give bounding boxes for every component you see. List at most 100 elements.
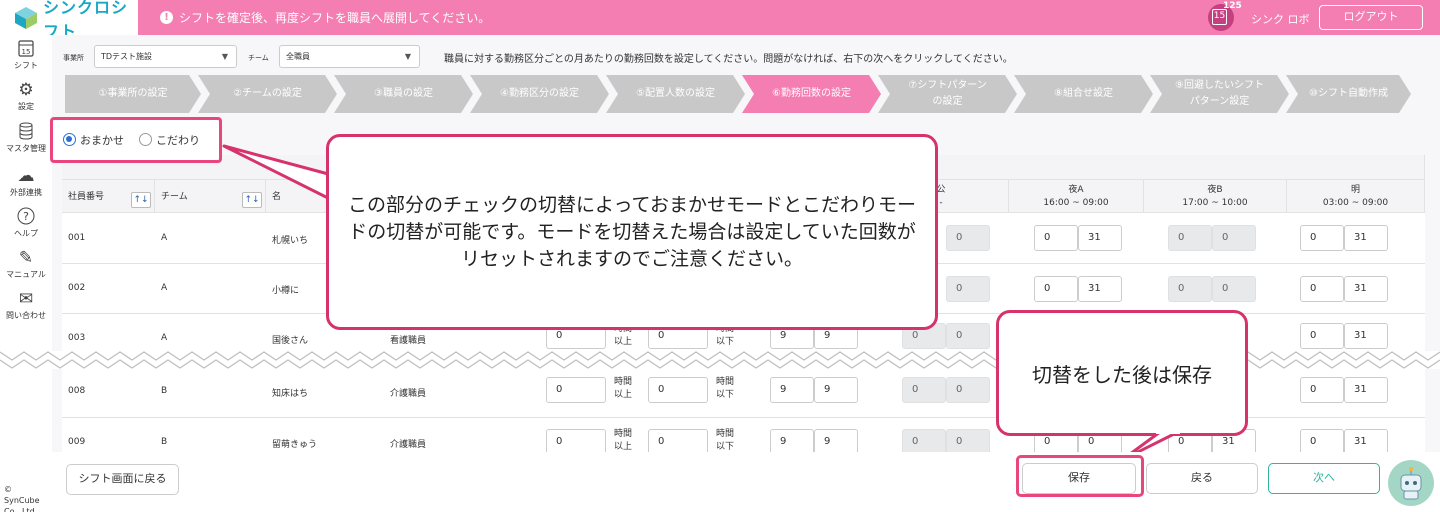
step-10[interactable]: ⑩シフト自動作成: [1286, 75, 1411, 113]
hours-max-input[interactable]: 0: [648, 377, 708, 403]
count-a-input[interactable]: 9: [770, 429, 814, 453]
hours-min-unit: 時間以上: [614, 376, 636, 402]
unit-below: 以下: [716, 337, 735, 347]
notice-text: シフトを確定後、再度シフトを職員へ展開してください。: [179, 11, 491, 25]
chevron-down-icon: ▼: [404, 52, 411, 61]
kou-max-input[interactable]: 0: [946, 323, 990, 349]
ake-min-input[interactable]: 0: [1300, 323, 1344, 349]
ake-max-input[interactable]: 31: [1344, 276, 1388, 302]
kou-max-input[interactable]: 0: [946, 225, 990, 251]
mode-kodawari-radio[interactable]: こだわり: [139, 132, 200, 148]
sidebar-item-label: 問い合わせ: [6, 311, 46, 320]
chatbot-robot-icon[interactable]: [1388, 460, 1434, 506]
step-6-active[interactable]: ⑥勤務回数の設定: [742, 75, 881, 113]
sidebar-item-master[interactable]: マスタ管理: [0, 122, 52, 154]
yoru-b-max-input[interactable]: 0: [1212, 225, 1256, 251]
radio-unchecked-icon: [139, 133, 152, 146]
hours-max-unit: 時間以下: [716, 428, 738, 453]
sidebar-item-manual[interactable]: ✎ マニュアル: [0, 248, 52, 280]
header-label: 明: [1350, 185, 1360, 195]
yoru-b-min-input[interactable]: 0: [1168, 276, 1212, 302]
header-label: 夜B: [1207, 185, 1223, 195]
sidebar-item-label: ヘルプ: [14, 229, 38, 238]
step-9[interactable]: ⑨回避したいシフトパターン設定: [1150, 75, 1289, 113]
kou-min-input[interactable]: 0: [902, 429, 946, 453]
logout-button[interactable]: ログアウト: [1319, 5, 1423, 30]
ake-max-input[interactable]: 31: [1344, 377, 1388, 403]
hours-min-input[interactable]: 0: [546, 377, 606, 403]
step-5[interactable]: ⑤配置人数の設定: [606, 75, 745, 113]
hours-max-input[interactable]: 0: [648, 429, 708, 453]
instruction-text: 職員に対する勤務区分ごとの月あたりの勤務回数を設定してください。問題がなければ、…: [444, 54, 1013, 65]
unit-hours: 時間: [716, 429, 735, 439]
step-label: ①事業所の設定: [98, 88, 168, 99]
ake-max-input[interactable]: 31: [1344, 225, 1388, 251]
step-2[interactable]: ②チームの設定: [198, 75, 337, 113]
office-select[interactable]: TDテスト施設 ▼: [94, 45, 237, 68]
svg-text:?: ?: [23, 210, 29, 223]
unit-below: 以下: [716, 390, 735, 400]
step-1[interactable]: ①事業所の設定: [65, 75, 201, 113]
step-8[interactable]: ⑧組合せ設定: [1014, 75, 1153, 113]
hours-min-input[interactable]: 0: [546, 429, 606, 453]
yoru-b-min-input[interactable]: 0: [1168, 225, 1212, 251]
step-3[interactable]: ③職員の設定: [334, 75, 473, 113]
header-time: 03:00 ~ 09:00: [1322, 198, 1389, 208]
employee-name: 留萌きゅう: [272, 440, 318, 450]
ake-max-input[interactable]: 31: [1344, 323, 1388, 349]
kou-max-input[interactable]: 0: [946, 429, 990, 453]
svg-text:15: 15: [22, 48, 31, 56]
mode-omakase-radio[interactable]: おまかせ: [63, 132, 124, 148]
emp-no: 003: [68, 333, 86, 343]
notification-calendar-button[interactable]: 15 125: [1208, 1, 1242, 31]
yoru-a-min-input[interactable]: 0: [1034, 276, 1078, 302]
header-time: 16:00 ~ 09:00: [1043, 198, 1109, 208]
step-7[interactable]: ⑦シフトパターンの設定: [878, 75, 1017, 113]
header-yoru-b: 夜B 17:00 ~ 10:00: [1144, 180, 1287, 213]
team: A: [161, 233, 168, 243]
database-icon: [0, 122, 52, 142]
kou-min-input[interactable]: 0: [902, 377, 946, 403]
sidebar-item-external[interactable]: ☁ 外部連携: [0, 166, 52, 198]
unit-below: 以下: [716, 442, 735, 452]
yoru-a-min-input[interactable]: 0: [1034, 225, 1078, 251]
ake-max-input[interactable]: 31: [1344, 429, 1388, 453]
employee-name: 小樽に: [272, 286, 300, 296]
count-b-input[interactable]: 9: [814, 429, 858, 453]
logo-cube-icon: [14, 6, 38, 30]
sidebar-item-label: 設定: [18, 102, 34, 111]
app-window: シンクロシフト ! シフトを確定後、再度シフトを職員へ展開してください。 15 …: [0, 0, 1440, 512]
kou-max-input[interactable]: 0: [946, 276, 990, 302]
logo[interactable]: シンクロシフト: [0, 0, 138, 41]
count-b-input[interactable]: 9: [814, 377, 858, 403]
job-type: 看護職員: [390, 336, 427, 346]
ake-min-input[interactable]: 0: [1300, 225, 1344, 251]
sidebar-item-label: マスタ管理: [6, 144, 46, 153]
step-4[interactable]: ④勤務区分の設定: [470, 75, 609, 113]
yoru-a-max-input[interactable]: 31: [1078, 225, 1122, 251]
sort-emp-no-button[interactable]: ↑↓: [131, 192, 151, 208]
step-label: ③職員の設定: [374, 88, 433, 99]
sidebar-item-contact[interactable]: ✉ 問い合わせ: [0, 289, 52, 321]
unit-above: 以上: [614, 390, 633, 400]
save-callout-bubble: 切替をした後は保存: [996, 310, 1248, 436]
ake-min-input[interactable]: 0: [1300, 377, 1344, 403]
next-button[interactable]: 次へ: [1268, 463, 1380, 494]
sidebar-item-label: シフト: [14, 61, 38, 70]
yoru-b-max-input[interactable]: 0: [1212, 276, 1256, 302]
back-button[interactable]: 戻る: [1146, 463, 1258, 494]
ake-min-input[interactable]: 0: [1300, 429, 1344, 453]
step-label: ⑨回避したいシフトパターン設定: [1175, 80, 1264, 107]
sidebar-item-settings[interactable]: ⚙ 設定: [0, 80, 52, 112]
header-time: 17:00 ~ 10:00: [1182, 198, 1248, 208]
sidebar-item-help[interactable]: ? ヘルプ: [0, 207, 52, 239]
ake-min-input[interactable]: 0: [1300, 276, 1344, 302]
yoru-a-max-input[interactable]: 31: [1078, 276, 1122, 302]
team-select[interactable]: 全職員 ▼: [279, 45, 420, 68]
sidebar-item-shift[interactable]: 15 シフト: [0, 39, 52, 71]
radio-label: おまかせ: [80, 134, 124, 147]
count-a-input[interactable]: 9: [770, 377, 814, 403]
kou-max-input[interactable]: 0: [946, 377, 990, 403]
header-ake: 明 03:00 ~ 09:00: [1287, 180, 1425, 213]
back-to-shift-button[interactable]: シフト画面に戻る: [66, 464, 179, 495]
